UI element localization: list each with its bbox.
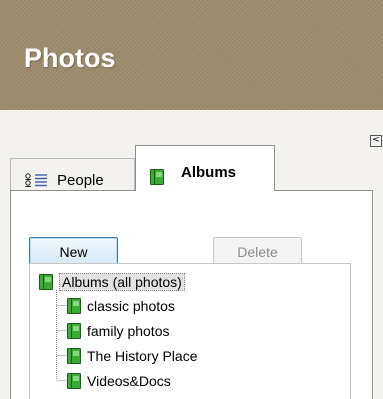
- album-book-icon: [67, 298, 81, 314]
- tree-item-family-photos[interactable]: family photos: [67, 321, 169, 341]
- tree-item-classic-photos[interactable]: classic photos: [67, 296, 175, 316]
- album-book-icon: [67, 373, 81, 389]
- album-book-icon: [67, 323, 81, 339]
- tab-people[interactable]: People: [10, 158, 135, 192]
- page-title: Photos: [24, 43, 116, 73]
- collapse-panel-button[interactable]: <: [370, 135, 382, 147]
- people-list-icon: [25, 173, 47, 187]
- tree-item-label: classic photos: [87, 298, 175, 314]
- album-book-icon: [150, 169, 164, 185]
- tree-item-history-place[interactable]: The History Place: [67, 346, 197, 366]
- tree-item-label: Videos&Docs: [87, 373, 171, 389]
- tree-item-label: family photos: [87, 323, 170, 339]
- tree-item-all-albums[interactable]: Albums (all photos): [39, 272, 185, 292]
- tab-albums[interactable]: Albums: [135, 145, 275, 193]
- tab-albums-label: Albums: [181, 164, 237, 181]
- album-book-icon: [67, 348, 81, 364]
- tree-item-label: The History Place: [87, 348, 198, 364]
- tree-item-label: Albums (all photos): [59, 273, 185, 291]
- tree-item-videos-docs[interactable]: Videos&Docs: [67, 371, 171, 391]
- photos-header: Photos: [0, 0, 383, 110]
- tab-people-label: People: [57, 172, 104, 189]
- album-book-icon: [39, 274, 53, 290]
